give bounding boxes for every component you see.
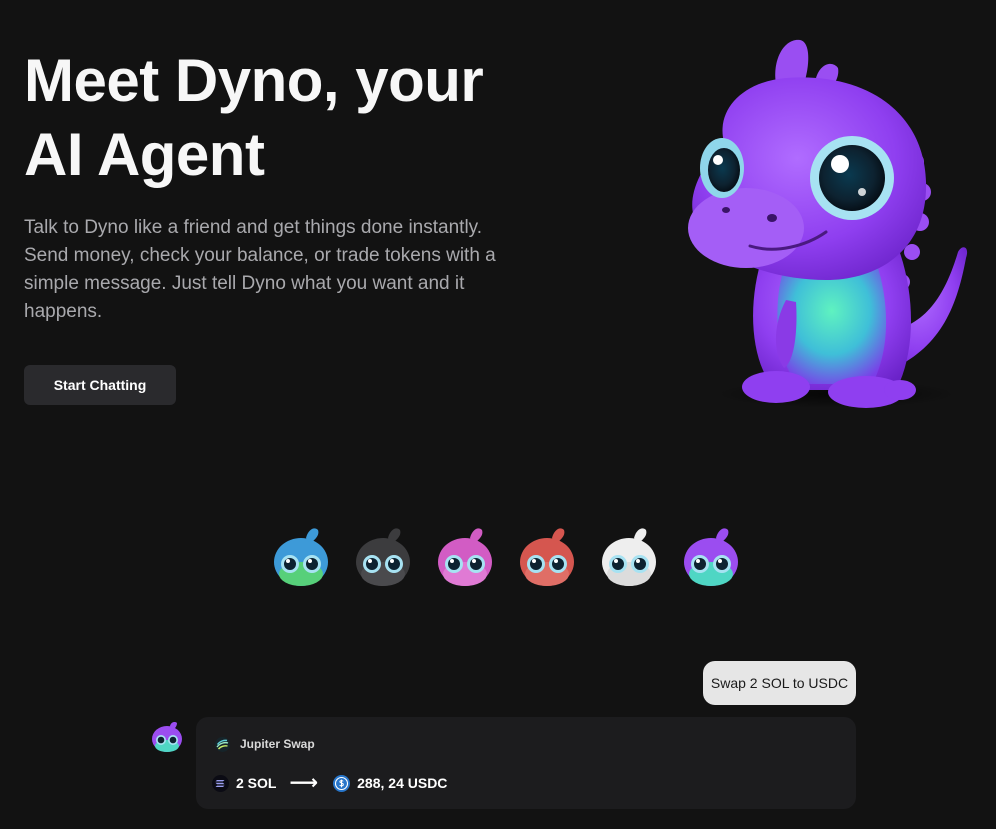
solana-icon xyxy=(212,774,229,792)
provider-name: Jupiter Swap xyxy=(240,737,315,751)
hero-description: Talk to Dyno like a friend and get thing… xyxy=(24,217,496,322)
jupiter-logo-icon xyxy=(215,736,230,752)
arrow-right-icon: ⟶ xyxy=(289,772,319,794)
usdc-icon xyxy=(333,774,351,792)
swap-to-amount: 288, 24 USDC xyxy=(357,775,448,791)
start-chatting-button[interactable]: Start Chatting xyxy=(24,365,176,405)
swap-provider: Jupiter Swap xyxy=(214,735,315,753)
dino-avatar-purple-icon xyxy=(150,720,184,754)
dino-head-blue-icon[interactable] xyxy=(270,522,332,592)
purple-dino-mascot-icon xyxy=(676,32,972,416)
dino-head-white-icon[interactable] xyxy=(598,522,660,592)
user-message-bubble: Swap 2 SOL to USDC xyxy=(703,661,856,705)
hero-title: Meet Dyno, your AI Agent xyxy=(24,47,484,188)
dino-variant-selector xyxy=(270,522,740,596)
bot-swap-card: Jupiter Swap 2 SOL ⟶ 288, 24 USDC xyxy=(196,717,856,809)
dino-head-red-icon[interactable] xyxy=(516,522,578,592)
dino-head-pink-icon[interactable] xyxy=(434,522,496,592)
swap-from-amount: 2 SOL xyxy=(236,775,277,791)
swap-summary: 2 SOL ⟶ 288, 24 USDC xyxy=(212,773,447,793)
dino-head-black-icon[interactable] xyxy=(352,522,414,592)
dino-head-purple-icon[interactable] xyxy=(680,522,742,592)
